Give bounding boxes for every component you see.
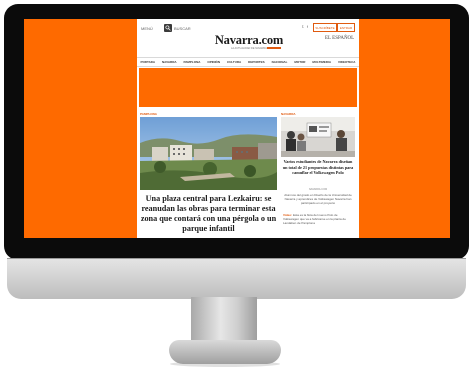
nav-item-multimedia[interactable]: MULTIMEDIA: [312, 60, 331, 64]
side-story-headline[interactable]: Varios estudiantes de Navarra diseñan un…: [281, 159, 355, 176]
nav-item-nacional[interactable]: NACIONAL: [272, 60, 288, 64]
ad-banner[interactable]: [139, 68, 357, 107]
nav-item-pamplona[interactable]: PAMPLONA: [183, 60, 200, 64]
partner-logo[interactable]: EL ESPAÑOL: [325, 36, 354, 41]
side-story-meta: NAVARRA.COM: [308, 188, 328, 191]
nav-item-opinion[interactable]: OPINIÓN: [207, 60, 220, 64]
side-related-link[interactable]: Video: Esta es la flota del nuevo Polo d…: [283, 213, 353, 225]
site-logo[interactable]: Navarra.com: [207, 33, 291, 48]
side-section-label[interactable]: NAVARRA: [281, 112, 296, 116]
lead-section-label[interactable]: PAMPLONA: [140, 112, 157, 116]
nav-item-cultura[interactable]: CULTURA: [227, 60, 241, 64]
main-nav: PORTADA NAVARRA PAMPLONA OPINIÓN CULTURA…: [137, 57, 359, 67]
logo-accent-line: [267, 47, 281, 49]
nav-item-portada[interactable]: PORTADA: [140, 60, 155, 64]
side-story-description: Alumnos del grado en Diseño de la Univer…: [284, 193, 352, 205]
twitter-icon[interactable]: 𝕥: [302, 24, 304, 29]
lead-story-photo[interactable]: [140, 117, 277, 190]
login-button[interactable]: ENTRAR: [337, 23, 355, 32]
menu-button[interactable]: MENÚ: [141, 26, 153, 31]
related-text[interactable]: Esta es la flota del nuevo Polo de Volks…: [283, 213, 346, 225]
subscribe-button[interactable]: SUSCRÍBETE: [313, 23, 337, 32]
nav-item-motor[interactable]: MOTOR: [294, 60, 305, 64]
monitor-chin: [7, 258, 466, 299]
search-label[interactable]: BUSCAR: [174, 26, 191, 31]
lead-story-headline[interactable]: Una plaza central para Lezkairu: se rean…: [140, 194, 277, 234]
facebook-icon[interactable]: f: [307, 24, 308, 29]
monitor-stand-neck: [191, 297, 257, 345]
nav-item-videoteca[interactable]: VIDEOTECA: [338, 60, 356, 64]
nav-item-navarra[interactable]: NAVARRA: [162, 60, 177, 64]
news-webpage: MENÚ BUSCAR 𝕥 f SUSCRÍBETE ENTRAR Navarr…: [137, 19, 359, 238]
monitor-stand-base: [169, 340, 281, 364]
search-icon[interactable]: [164, 24, 172, 32]
social-links: 𝕥 f: [302, 24, 308, 29]
side-story-photo[interactable]: [281, 117, 355, 157]
nav-item-deportes[interactable]: DEPORTES: [248, 60, 265, 64]
monitor-screen: MENÚ BUSCAR 𝕥 f SUSCRÍBETE ENTRAR Navarr…: [24, 19, 450, 238]
